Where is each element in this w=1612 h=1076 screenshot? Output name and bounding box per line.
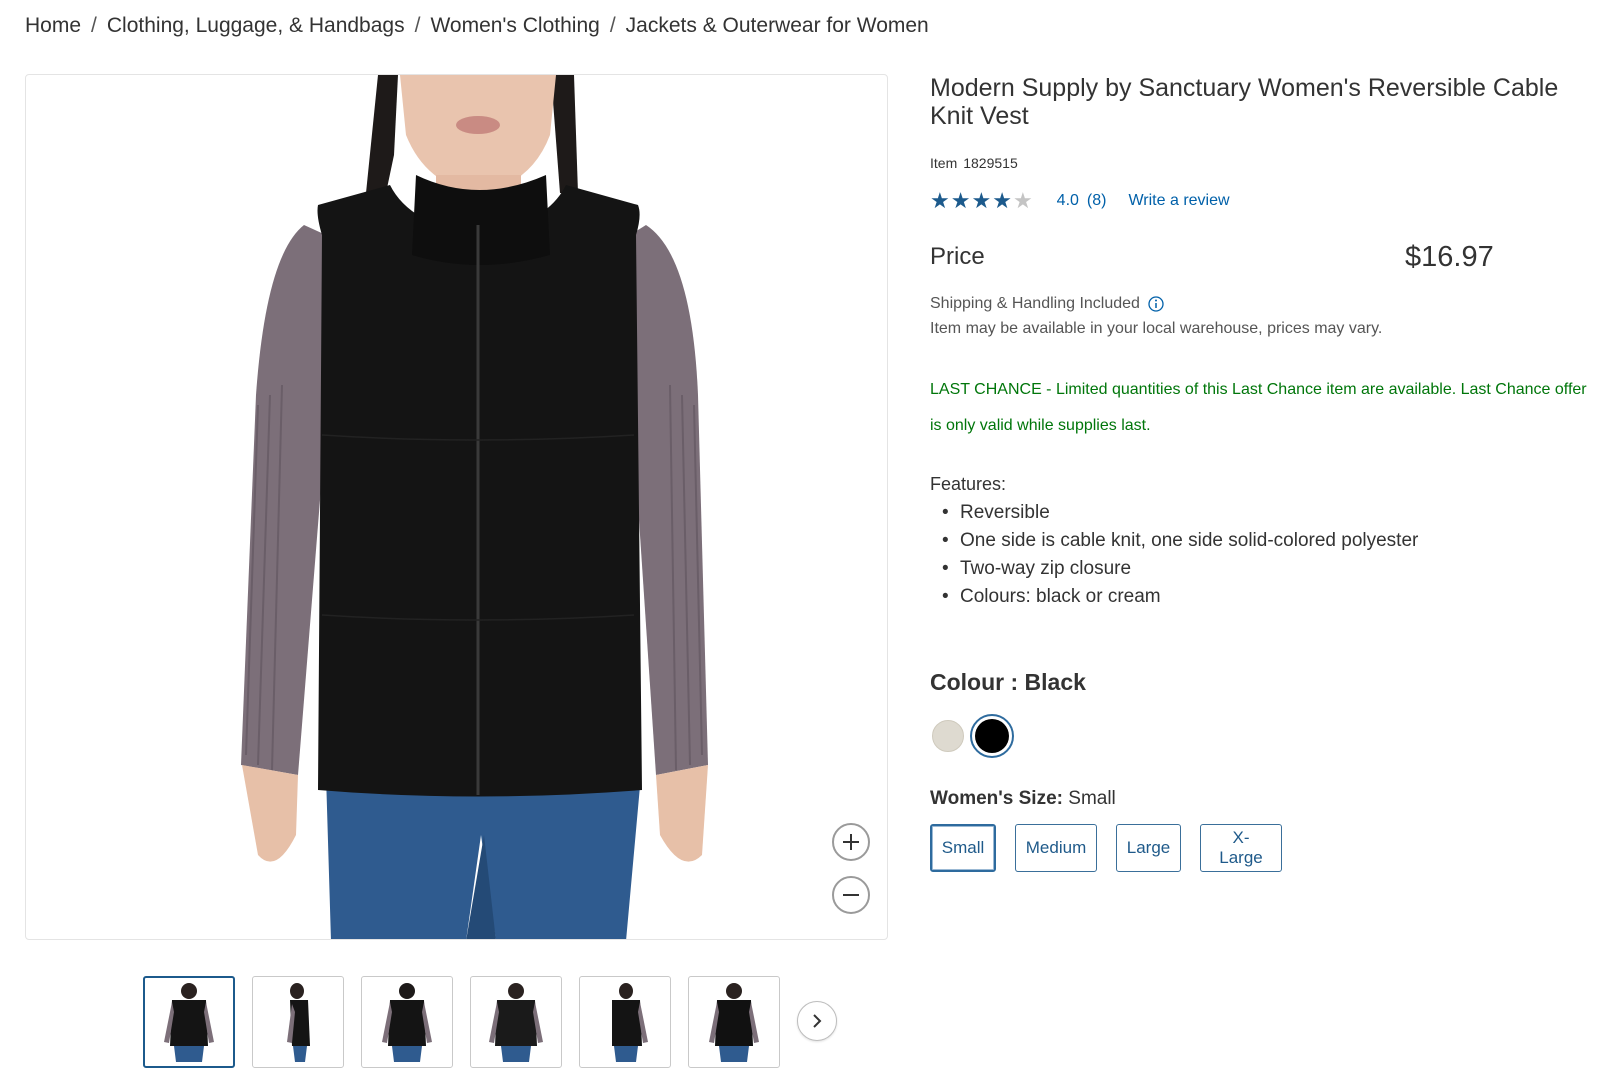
breadcrumb-separator: / [609, 14, 616, 37]
size-heading: Women's Size: Small [930, 788, 1595, 810]
breadcrumb-separator: / [91, 14, 97, 37]
colour-label: Colour : [930, 669, 1019, 695]
item-number-line: Item 1829515 [930, 155, 1595, 171]
star-icon: ★ [1012, 188, 1033, 213]
star-icon: ★ [992, 188, 1012, 213]
thumbnail-3[interactable] [361, 976, 453, 1068]
size-xlarge-button[interactable]: X-Large [1200, 824, 1282, 872]
size-selected: Small [1068, 788, 1116, 809]
swatch-cream[interactable] [932, 720, 964, 752]
feature-item: Colours: black or cream [930, 583, 1595, 611]
write-review-link[interactable]: Write a review [1128, 192, 1229, 210]
shipping-text: Shipping & Handling Included [930, 295, 1140, 312]
features-list: Reversible One side is cable knit, one s… [930, 499, 1595, 611]
breadcrumb-womens-clothing[interactable]: Women's Clothing [430, 14, 599, 38]
last-chance-notice: LAST CHANCE - Limited quantities of this… [930, 381, 1587, 434]
feature-item: Two-way zip closure [930, 555, 1595, 583]
size-large-button[interactable]: Large [1116, 824, 1181, 872]
item-number: 1829515 [963, 155, 1018, 171]
product-info: Modern Supply by Sanctuary Women's Rever… [930, 74, 1595, 872]
star-icon: ★ [930, 188, 950, 213]
thumbnail-image [489, 983, 543, 1062]
breadcrumb-clothing-luggage-handbags[interactable]: Clothing, Luggage, & Handbags [107, 14, 405, 38]
thumbnail-image [709, 983, 759, 1062]
info-icon[interactable] [1148, 296, 1164, 312]
size-label: Women's Size: [930, 788, 1063, 809]
thumbnail-5[interactable] [579, 976, 671, 1068]
star-rating[interactable]: ★ ★ ★ ★ ★ [930, 188, 1033, 213]
chevron-right-icon [813, 1014, 822, 1028]
thumbnail-image [287, 983, 310, 1062]
vest-illustration [241, 75, 708, 939]
thumbnail-2[interactable] [252, 976, 344, 1068]
breadcrumb-jackets-outerwear[interactable]: Jackets & Outerwear for Women [626, 14, 929, 38]
breadcrumb-home[interactable]: Home [25, 14, 81, 38]
feature-item: Reversible [930, 499, 1595, 527]
rating-row: ★ ★ ★ ★ ★ 4.0 (8) Write a review [930, 188, 1595, 213]
features-title: Features: [930, 474, 1007, 494]
breadcrumb-separator: / [414, 14, 421, 37]
colour-swatches [930, 714, 1595, 758]
thumbnail-next-button[interactable] [797, 1001, 837, 1041]
zoom-in-button[interactable] [832, 823, 870, 861]
plus-icon [843, 834, 859, 850]
feature-item: One side is cable knit, one side solid-c… [930, 527, 1595, 555]
star-icon: ★ [971, 188, 992, 213]
minus-icon [843, 894, 859, 896]
price-value: $16.97 [1405, 241, 1494, 273]
breadcrumb: Home / Clothing, Luggage, & Handbags / W… [25, 14, 929, 38]
thumbnail-4[interactable] [470, 976, 562, 1068]
shipping-info: Shipping & Handling Included [930, 295, 1595, 313]
item-label: Item [930, 155, 958, 171]
thumbnail-image [382, 983, 432, 1062]
size-options: Small Medium Large X-Large [930, 824, 1595, 872]
thumbnail-image [164, 983, 214, 1062]
thumbnail-image [612, 983, 648, 1062]
size-small-button[interactable]: Small [930, 824, 996, 872]
swatch-black-selected[interactable] [970, 714, 1014, 758]
main-product-image[interactable] [25, 74, 888, 940]
warehouse-note: Item may be available in your local ware… [930, 320, 1383, 337]
thumbnail-strip [143, 976, 780, 1068]
rating-count[interactable]: (8) [1087, 192, 1107, 210]
star-icon: ★ [950, 188, 971, 213]
thumbnail-1[interactable] [143, 976, 235, 1068]
swatch-black[interactable] [975, 719, 1009, 753]
zoom-out-button[interactable] [832, 876, 870, 914]
colour-heading: Colour : Black [930, 669, 1595, 696]
size-medium-button[interactable]: Medium [1015, 824, 1097, 872]
product-title: Modern Supply by Sanctuary Women's Rever… [930, 74, 1559, 130]
price-row: Price $16.97 [930, 241, 1595, 277]
rating-value[interactable]: 4.0 [1057, 192, 1079, 210]
thumbnail-6[interactable] [688, 976, 780, 1068]
price-label: Price [930, 243, 985, 270]
colour-selected: Black [1024, 669, 1086, 695]
